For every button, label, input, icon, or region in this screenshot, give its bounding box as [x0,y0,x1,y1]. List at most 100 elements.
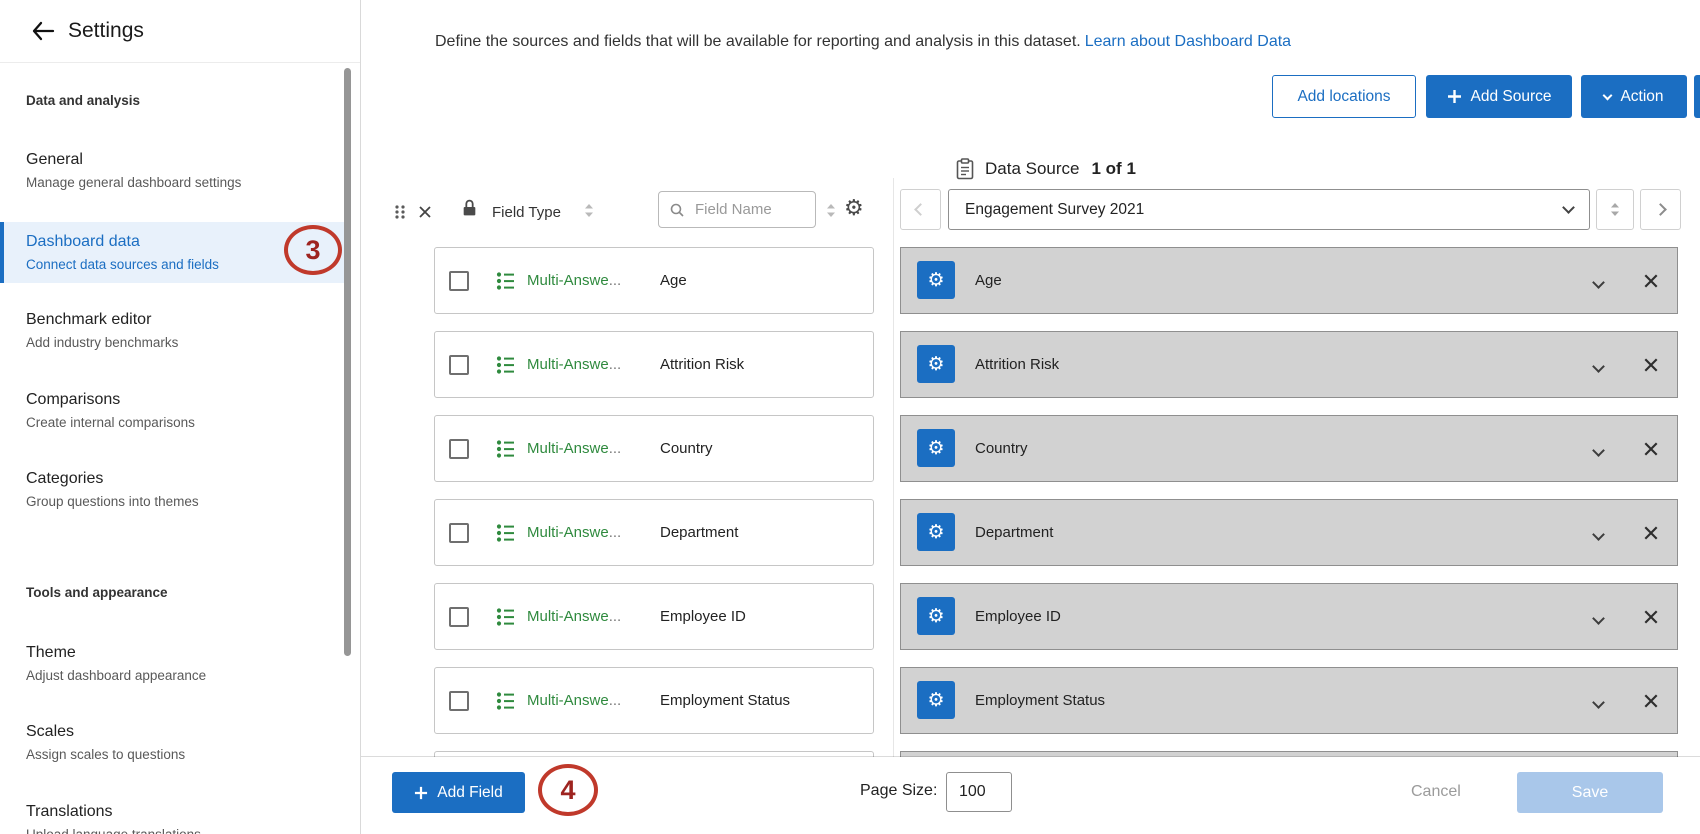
sidebar-item-theme[interactable]: Theme Adjust dashboard appearance [0,633,344,694]
field-card[interactable]: Multi-Answe... Attrition Risk [434,331,874,398]
field-settings-button[interactable]: ⚙ [917,345,955,383]
field-card[interactable]: Multi-Answe... Age [434,247,874,314]
remove-field-icon[interactable] [1643,525,1659,541]
mapped-field-row[interactable]: ⚙ Country [900,415,1678,482]
field-name: Age [660,272,687,289]
mapped-field-row[interactable]: ⚙ Employment Status [900,667,1678,734]
add-source-button[interactable]: Add Source [1426,75,1572,118]
field-settings-button[interactable]: ⚙ [917,513,955,551]
row-checkbox[interactable] [449,607,469,627]
search-icon [669,202,685,218]
field-card[interactable]: Multi-Answe... Employment Status [434,667,874,734]
sort-icon[interactable] [826,203,836,218]
field-row: Multi-Answe... Employee ID ⚙ Employee ID [434,583,1678,650]
chevron-right-icon [1654,203,1667,216]
sidebar-item-scales[interactable]: Scales Assign scales to questions [0,712,344,773]
gear-icon: ⚙ [927,437,944,459]
next-source-button[interactable] [1640,189,1681,230]
sidebar-item-title: Scales [26,722,344,741]
field-row: Multi-Answe... Department ⚙ Department [434,499,1678,566]
chevron-down-icon [1603,90,1613,100]
prev-source-button[interactable] [900,189,941,230]
sidebar-item-comparisons[interactable]: Comparisons Create internal comparisons [0,380,344,441]
row-checkbox[interactable] [449,355,469,375]
field-type-value: Multi-Answe... [527,692,621,709]
mapped-field-row[interactable]: ⚙ Attrition Risk [900,331,1678,398]
data-source-label: Data Source [985,159,1080,179]
field-card[interactable]: Multi-Answe... Employee ID [434,583,874,650]
remove-field-icon[interactable] [1643,441,1659,457]
field-settings-button[interactable]: ⚙ [917,681,955,719]
add-field-button[interactable]: Add Field [392,772,525,813]
sidebar-item-translations[interactable]: Translations Upload language translation… [0,792,344,834]
remove-field-icon[interactable] [1643,357,1659,373]
mapped-field-row[interactable]: ⚙ Department [900,499,1678,566]
field-type-value: Multi-Answe... [527,524,621,541]
field-type-value: Multi-Answe... [527,356,621,373]
sidebar-item-benchmark-editor[interactable]: Benchmark editor Add industry benchmarks [0,300,344,361]
field-row: Multi-Answe... Employment Status ⚙ Emplo… [434,667,1678,734]
back-arrow-icon[interactable] [28,16,58,46]
truncated-button[interactable] [1694,75,1700,118]
gear-icon[interactable]: ⚙ [844,196,864,221]
chevron-down-icon[interactable] [1594,610,1603,628]
clear-selection-icon[interactable] [418,205,432,219]
chevron-down-icon[interactable] [1594,694,1603,712]
sidebar-item-categories[interactable]: Categories Group questions into themes [0,459,344,520]
gear-icon: ⚙ [927,689,944,711]
sidebar-item-subtitle: Assign scales to questions [26,747,344,763]
row-checkbox[interactable] [449,523,469,543]
search-input[interactable] [693,200,801,219]
sidebar-item-title: Benchmark editor [26,310,344,329]
sidebar-item-subtitle: Group questions into themes [26,494,344,510]
add-source-label: Add Source [1471,88,1552,106]
field-name: Department [660,524,738,541]
add-field-label: Add Field [437,784,502,802]
action-label: Action [1620,88,1663,106]
sort-icon[interactable] [584,203,594,218]
cancel-button[interactable]: Cancel [1405,782,1467,802]
intro-text: Define the sources and fields that will … [435,33,1291,51]
field-name: Country [660,440,713,457]
mapped-field-name: Employment Status [975,692,1105,709]
remove-field-icon[interactable] [1643,609,1659,625]
field-type-value: Multi-Answe... [527,272,621,289]
row-checkbox[interactable] [449,439,469,459]
sidebar-scrollbar[interactable] [344,68,351,656]
chevron-down-icon[interactable] [1594,526,1603,544]
sidebar-item-general[interactable]: General Manage general dashboard setting… [0,140,344,201]
field-settings-button[interactable]: ⚙ [917,429,955,467]
field-settings-button[interactable]: ⚙ [917,597,955,635]
remove-field-icon[interactable] [1643,273,1659,289]
chevron-down-icon [1562,201,1575,214]
mapped-field-row[interactable]: ⚙ Employee ID [900,583,1678,650]
drag-handle-icon[interactable] [394,204,406,220]
add-locations-label: Add locations [1297,88,1390,106]
annotation-number: 3 [305,235,320,266]
field-name: Employee ID [660,608,746,625]
mapped-field-row[interactable]: ⚙ Age [900,247,1678,314]
field-card[interactable]: Multi-Answe... Country [434,415,874,482]
sidebar-item-subtitle: Upload language translations [26,827,344,834]
add-locations-button[interactable]: Add locations [1272,75,1416,118]
chevron-down-icon[interactable] [1594,358,1603,376]
page-size-input[interactable] [946,772,1012,812]
section-label-tools-appearance: Tools and appearance [26,585,168,600]
remove-field-icon[interactable] [1643,693,1659,709]
chevron-down-icon[interactable] [1594,274,1603,292]
save-button[interactable]: Save [1517,772,1663,813]
gear-icon: ⚙ [927,269,944,291]
field-settings-button[interactable]: ⚙ [917,261,955,299]
row-checkbox[interactable] [449,271,469,291]
reorder-source-button[interactable] [1596,189,1634,230]
chevron-down-icon[interactable] [1594,442,1603,460]
row-checkbox[interactable] [449,691,469,711]
multi-answer-icon [495,270,517,297]
data-source-dropdown[interactable]: Engagement Survey 2021 [948,189,1590,230]
learn-about-link[interactable]: Learn about Dashboard Data [1085,33,1291,50]
field-card[interactable]: Multi-Answe... Department [434,499,874,566]
action-button[interactable]: Action [1581,75,1687,118]
mapped-field-name: Attrition Risk [975,356,1059,373]
settings-sidebar: Settings Data and analysis General Manag… [0,0,361,834]
gear-icon: ⚙ [927,521,944,543]
